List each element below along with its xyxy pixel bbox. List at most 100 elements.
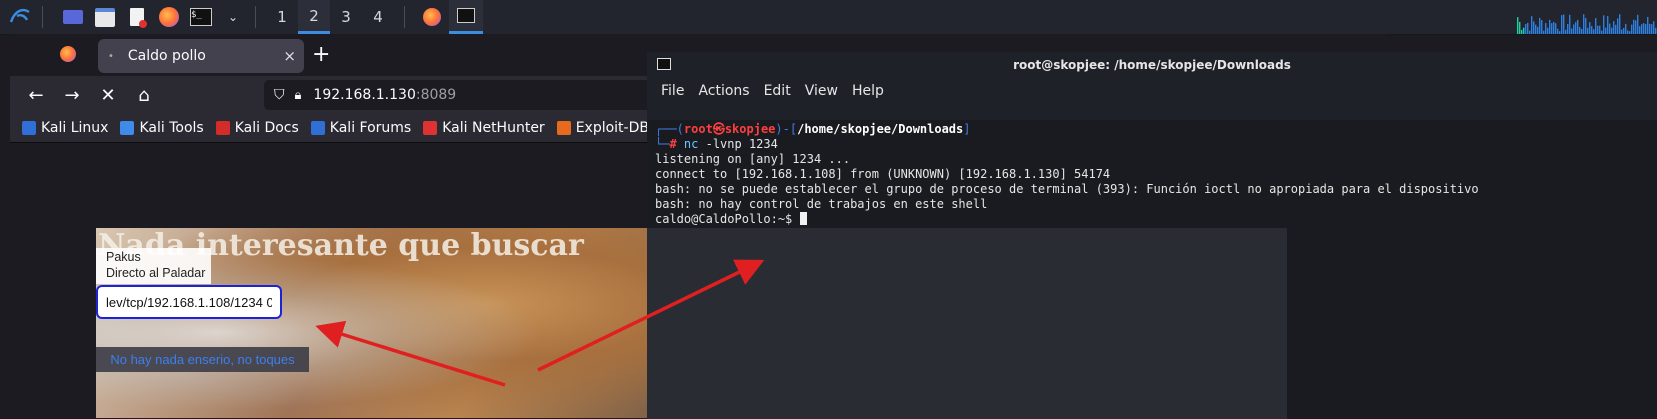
terminal-window: root@skopjee: /home/skopjee/Downloads Fi… (647, 52, 1657, 419)
cpu-bar (1655, 27, 1657, 34)
cpu-bar (1585, 17, 1587, 34)
cpu-bar (1629, 31, 1631, 34)
bookmark-label: Kali Forums (329, 120, 412, 136)
menu-help[interactable]: Help (852, 83, 884, 99)
bookmark-kali-docs[interactable]: Kali Docs (215, 120, 299, 136)
command-name: nc (683, 137, 699, 151)
cpu-bar (1561, 15, 1563, 34)
shield-icon[interactable]: ⛉ (274, 87, 285, 103)
menu-edit[interactable]: Edit (764, 83, 791, 99)
terminal-output[interactable]: ┌──(root㉿skopjee)-[/home/skopjee/Downloa… (647, 120, 1657, 419)
forward-arrow-icon[interactable]: → (56, 85, 88, 106)
cpu-bar (1645, 24, 1647, 34)
kali-dragon-icon (22, 121, 36, 135)
command-input[interactable] (96, 285, 282, 319)
cpu-bar (1573, 24, 1575, 34)
desktop-icon[interactable] (61, 5, 85, 29)
cpu-bar (1623, 27, 1625, 34)
background-shade (647, 228, 1287, 419)
firefox-view-icon[interactable] (60, 46, 76, 62)
cpu-bar (1519, 21, 1521, 34)
cpu-bar (1607, 16, 1609, 34)
taskbar-separator (404, 6, 405, 28)
shell-prompt-line: caldo@CaldoPollo:~$ (655, 212, 807, 227)
cpu-bar (1535, 24, 1537, 34)
cpu-bar (1529, 30, 1531, 34)
text-editor-icon[interactable] (125, 5, 149, 29)
prompt-host: skopjee (724, 122, 776, 136)
cpu-bar (1581, 28, 1583, 34)
terminal-icon[interactable]: $_ (189, 5, 213, 29)
bookmark-kali-linux[interactable]: Kali Linux (22, 120, 108, 136)
cpu-bar (1609, 23, 1611, 34)
cpu-bar (1631, 24, 1633, 34)
cpu-bar (1611, 27, 1613, 34)
cpu-bar (1545, 23, 1547, 34)
cpu-bar (1517, 17, 1519, 34)
stop-loading-icon[interactable]: ✕ (92, 85, 124, 106)
command-args: -lvnp 1234 (705, 137, 778, 151)
cpu-bar (1557, 28, 1559, 34)
cpu-bar (1521, 29, 1523, 34)
menu-actions[interactable]: Actions (698, 83, 749, 99)
home-icon[interactable]: ⌂ (128, 85, 160, 106)
bookmark-label: Kali Tools (139, 120, 204, 136)
cpu-bar (1593, 29, 1595, 34)
bookmark-label: Kali Docs (234, 120, 299, 136)
bookmark-label: Exploit-DB (575, 120, 649, 136)
cpu-bar (1553, 21, 1555, 34)
workspace-1[interactable]: 1 (266, 0, 298, 34)
bookmark-exploit-db[interactable]: Exploit-DB (556, 120, 649, 136)
chevron-down-icon[interactable]: ⌄ (221, 5, 245, 29)
cpu-bar (1641, 24, 1643, 34)
close-icon[interactable]: × (283, 47, 296, 65)
taskbar-terminal-window[interactable] (449, 0, 483, 34)
terminal-titlebar: root@skopjee: /home/skopjee/Downloads (647, 52, 1657, 78)
bookmark-kali-forums[interactable]: Kali Forums (310, 120, 412, 136)
prompt-line: ┌──(root㉿skopjee)-[/home/skopjee/Downloa… (655, 122, 971, 136)
workspace-4[interactable]: 4 (362, 0, 394, 34)
cpu-bar (1533, 21, 1535, 34)
back-arrow-icon[interactable]: ← (20, 85, 52, 106)
cpu-bar (1621, 29, 1623, 34)
cpu-bar (1649, 23, 1651, 34)
cpu-bar (1549, 19, 1551, 34)
cpu-bar (1541, 20, 1543, 34)
tab-caldo-pollo[interactable]: • Caldo pollo × (98, 39, 304, 73)
firefox-icon[interactable] (157, 5, 181, 29)
cpu-bar (1537, 26, 1539, 34)
prompt-symbol: ㉿ (712, 122, 725, 136)
menu-view[interactable]: View (805, 83, 838, 99)
loading-dot-icon: • (108, 50, 114, 62)
cpu-bar (1567, 24, 1569, 34)
cpu-bar (1615, 24, 1617, 34)
cpu-bar (1531, 16, 1533, 34)
cpu-bar (1653, 21, 1655, 34)
lock-icon[interactable]: 🔒︎ (295, 88, 302, 103)
kali-docs-icon (215, 121, 230, 135)
cpu-bar (1583, 14, 1585, 34)
workspace-3[interactable]: 3 (330, 0, 362, 34)
output-line: bash: no hay control de trabajos en este… (655, 197, 988, 211)
cpu-bar (1575, 22, 1577, 34)
new-tab-button[interactable]: + (312, 42, 330, 68)
footer-bar: No hay nada enserio, no toques (96, 347, 309, 372)
cpu-bar (1595, 18, 1597, 34)
cpu-bar (1555, 23, 1557, 34)
brand-name: Pakus (106, 250, 141, 264)
bookmark-kali-nethunter[interactable]: Kali NetHunter (423, 120, 545, 136)
file-manager-icon[interactable] (93, 5, 117, 29)
footer-link[interactable]: No hay nada enserio, no toques (110, 352, 294, 367)
cpu-bar (1539, 17, 1541, 34)
taskbar-firefox-window[interactable] (415, 0, 449, 34)
workspace-2[interactable]: 2 (298, 0, 330, 34)
cpu-usage-graph (1517, 14, 1657, 34)
cpu-bar (1589, 22, 1591, 34)
terminal-icon (657, 58, 671, 73)
menu-file[interactable]: File (661, 83, 684, 99)
bookmark-kali-tools[interactable]: Kali Tools (120, 120, 204, 136)
kali-menu-icon[interactable] (8, 5, 32, 29)
output-line: listening on [any] 1234 ... (655, 152, 851, 166)
output-line: connect to [192.168.1.108] from (UNKNOWN… (655, 167, 1111, 181)
cpu-bar (1579, 26, 1581, 34)
